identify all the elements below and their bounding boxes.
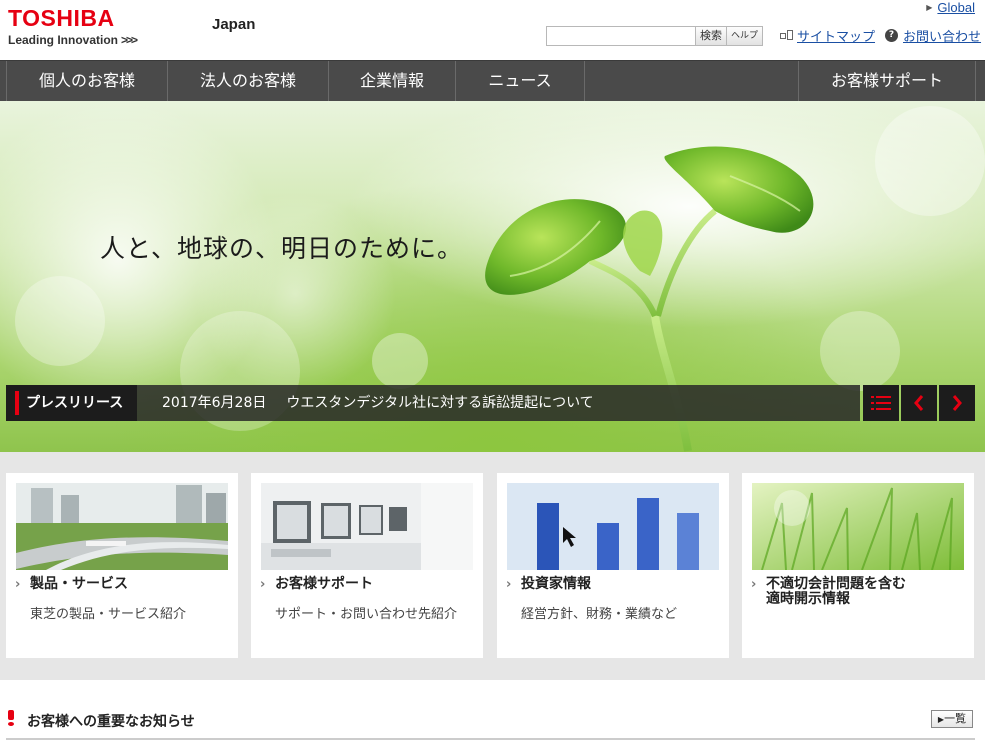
- list-icon: [871, 396, 891, 410]
- press-release-item[interactable]: 2017年6月28日 ウエスタンデジタル社に対する訴訟提起について: [162, 385, 594, 421]
- global-link[interactable]: Global: [937, 0, 975, 15]
- search-input[interactable]: [547, 27, 695, 45]
- search-button[interactable]: 検索: [695, 27, 726, 45]
- notice-title: お客様への重要なお知らせ: [27, 714, 195, 730]
- products-image: [16, 483, 228, 570]
- support-image: [261, 483, 473, 570]
- divider: [6, 738, 975, 740]
- press-next-button[interactable]: [939, 385, 975, 421]
- toshiba-logo[interactable]: TOSHIBA Leading Innovation >>>: [8, 5, 138, 47]
- exclamation-icon: [6, 710, 16, 726]
- site-header: TOSHIBA Leading Innovation >>> Japan ▶ Glo…: [0, 0, 985, 60]
- search-box: 検索 ヘルプ: [546, 26, 764, 46]
- press-release-headline: ウエスタンデジタル社に対する訴訟提起について: [286, 395, 594, 411]
- logo-wordmark: TOSHIBA: [8, 5, 115, 31]
- help-button[interactable]: ヘルプ: [726, 27, 763, 45]
- chevron-right-icon: ›: [260, 577, 266, 592]
- chevron-right-icon: ›: [15, 577, 21, 592]
- card-desc: 東芝の製品・サービス紹介: [30, 607, 187, 622]
- card-desc: サポート・お問い合わせ先紹介: [275, 607, 458, 622]
- header-links: サイトマップ ? お問い合わせ: [780, 26, 981, 45]
- card-support[interactable]: › お客様サポート サポート・お問い合わせ先紹介: [251, 473, 483, 658]
- card-disclosure[interactable]: › 不適切会計問題を含む 適時開示情報: [742, 473, 974, 658]
- investors-image: [507, 483, 719, 570]
- contact-link[interactable]: お問い合わせ: [903, 26, 981, 45]
- press-list-button[interactable]: [863, 385, 899, 421]
- press-release-label: プレスリリース: [6, 385, 137, 421]
- card-title: 製品・サービス: [30, 576, 128, 592]
- card-products[interactable]: › 製品・サービス 東芝の製品・サービス紹介: [6, 473, 238, 658]
- disclosure-image: [752, 483, 964, 570]
- hero-tagline: 人と、地球の、明日のために。: [100, 234, 464, 263]
- card-title: 不適切会計問題を含む 適時開示情報: [766, 577, 906, 607]
- card-title: 投資家情報: [521, 576, 591, 592]
- notice-list-label: 一覧: [944, 712, 967, 725]
- chevron-right-icon: [952, 395, 962, 411]
- card-desc: 経営方針、財務・業績など: [521, 607, 678, 622]
- question-icon: ?: [885, 29, 899, 42]
- logo-tagline: Leading Innovation >>>: [8, 33, 138, 47]
- important-notice-section: お客様への重要なお知らせ ▶一覧: [0, 704, 985, 748]
- nav-item-personal[interactable]: 個人のお客様: [6, 61, 168, 102]
- chevron-left-icon: [914, 395, 924, 411]
- nav-item-support[interactable]: お客様サポート: [798, 61, 976, 102]
- global-link-wrap: ▶ Global: [926, 0, 975, 15]
- chevron-right-icon: ›: [751, 577, 757, 592]
- card-title-line1: 不適切会計問題を含む: [766, 576, 906, 592]
- card-title: お客様サポート: [275, 576, 373, 592]
- global-nav: 個人のお客様 法人のお客様 企業情報 ニュース お客様サポート: [0, 60, 985, 102]
- press-prev-button[interactable]: [901, 385, 937, 421]
- press-release-bar: プレスリリース 2017年6月28日 ウエスタンデジタル社に対する訴訟提起について: [6, 385, 860, 421]
- tagline-chevrons-icon: >>>: [121, 33, 138, 47]
- nav-item-business[interactable]: 法人のお客様: [168, 61, 329, 102]
- triangle-right-icon: ▶: [926, 3, 933, 12]
- card-investors[interactable]: › 投資家情報 経営方針、財務・業績など: [497, 473, 729, 658]
- notice-list-button[interactable]: ▶一覧: [931, 710, 973, 728]
- nav-item-corporate[interactable]: 企業情報: [329, 61, 456, 102]
- press-release-date: 2017年6月28日: [162, 395, 267, 411]
- sitemap-link[interactable]: サイトマップ: [797, 26, 875, 45]
- chevron-right-icon: ›: [506, 577, 512, 592]
- nav-item-news[interactable]: ニュース: [456, 61, 585, 102]
- logo-tagline-text: Leading Innovation: [8, 33, 118, 47]
- sitemap-icon: [780, 30, 793, 41]
- region-label: Japan: [212, 16, 256, 33]
- card-title-line2: 適時開示情報: [766, 591, 850, 607]
